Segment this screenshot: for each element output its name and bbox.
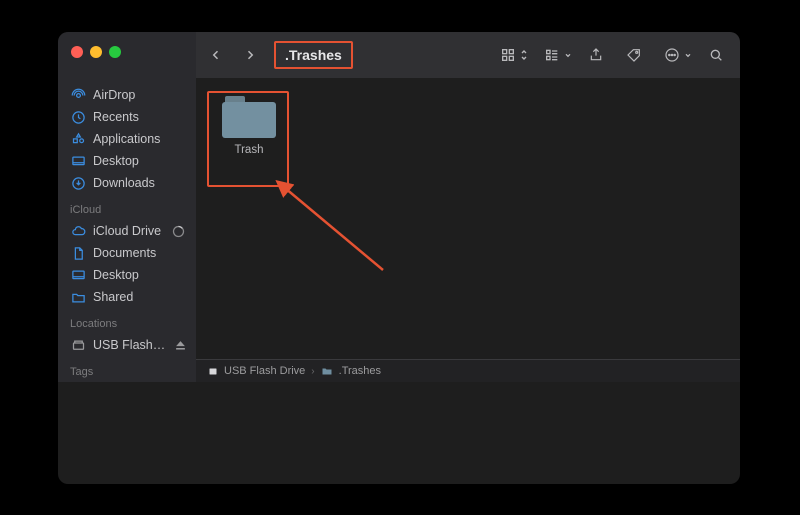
sidebar-item-label: iCloud Drive [93, 224, 161, 238]
sidebar-item-desktop[interactable]: Desktop [58, 150, 196, 172]
sidebar-item-desktop-icloud[interactable]: Desktop [58, 264, 196, 286]
eject-icon[interactable] [172, 337, 188, 353]
annotation-title-highlight: .Trashes [274, 41, 353, 69]
annotation-arrow [273, 180, 393, 280]
toolbar: .Trashes [196, 32, 740, 78]
chevron-down-icon [564, 43, 572, 67]
sidebar-item-documents[interactable]: Documents [58, 242, 196, 264]
updown-chevron-icon [520, 43, 528, 67]
sidebar-section-icloud: iCloud [58, 202, 196, 220]
external-drive-icon [70, 337, 86, 353]
tags-button[interactable] [620, 43, 648, 67]
list-group-icon [538, 43, 566, 67]
sidebar-item-downloads[interactable]: Downloads [58, 172, 196, 194]
path-bar: USB Flash Drive › .Trashes [196, 359, 740, 382]
actions-menu-button[interactable] [658, 43, 692, 67]
applications-icon [70, 131, 86, 147]
airdrop-icon [70, 87, 86, 103]
sidebar-item-label: Desktop [93, 154, 139, 168]
path-separator-icon: › [311, 366, 314, 377]
sidebar-item-shared[interactable]: Shared [58, 286, 196, 308]
sidebar-item-label: USB Flash… [93, 338, 165, 352]
folder-icon [321, 365, 334, 378]
traffic-lights [58, 46, 196, 58]
document-icon [70, 245, 86, 261]
sidebar-item-recents[interactable]: Recents [58, 106, 196, 128]
grid-view-icon [494, 43, 522, 67]
back-button[interactable] [204, 43, 228, 67]
downloads-icon [70, 175, 86, 191]
sidebar-item-label: Desktop [93, 268, 139, 282]
sidebar-item-label: Applications [93, 132, 160, 146]
sidebar-section-tags: Tags [58, 364, 196, 382]
shared-folder-icon [70, 289, 86, 305]
desktop-icon [70, 267, 86, 283]
sidebar-item-label: Recents [93, 110, 139, 124]
path-segment-drive[interactable]: USB Flash Drive [206, 365, 305, 378]
finder-window: AirDrop Recents Applications Desktop [58, 32, 740, 484]
sidebar-item-label: Downloads [93, 176, 155, 190]
drive-icon [206, 365, 219, 378]
path-segment-folder[interactable]: .Trashes [321, 365, 381, 378]
sync-progress-icon [170, 223, 186, 239]
search-button[interactable] [702, 43, 730, 67]
sidebar-item-airdrop[interactable]: AirDrop [58, 84, 196, 106]
chevron-down-icon [684, 43, 692, 67]
view-mode-button[interactable] [494, 43, 528, 67]
sidebar-item-icloud-drive[interactable]: iCloud Drive [58, 220, 196, 242]
sidebar-item-label: Documents [93, 246, 156, 260]
minimize-window-button[interactable] [90, 46, 102, 58]
sidebar-item-usb-drive[interactable]: USB Flash… [58, 334, 196, 356]
sidebar-item-label: Shared [93, 290, 133, 304]
share-button[interactable] [582, 43, 610, 67]
file-browser-area[interactable]: Trash [196, 78, 740, 359]
clock-icon [70, 109, 86, 125]
group-by-button[interactable] [538, 43, 572, 67]
path-segment-label: USB Flash Drive [224, 365, 305, 377]
close-window-button[interactable] [71, 46, 83, 58]
path-segment-label: .Trashes [339, 365, 381, 377]
window-body: AirDrop Recents Applications Desktop [58, 32, 740, 382]
maximize-window-button[interactable] [109, 46, 121, 58]
sidebar: AirDrop Recents Applications Desktop [58, 32, 196, 382]
main-column: .Trashes [196, 32, 740, 382]
sidebar-item-applications[interactable]: Applications [58, 128, 196, 150]
window-title: .Trashes [276, 43, 351, 67]
sidebar-section-locations: Locations [58, 316, 196, 334]
folder-icon [222, 96, 276, 138]
forward-button[interactable] [238, 43, 262, 67]
cloud-icon [70, 223, 86, 239]
ellipsis-circle-icon [658, 43, 686, 67]
sidebar-item-label: AirDrop [93, 88, 135, 102]
desktop-icon [70, 153, 86, 169]
